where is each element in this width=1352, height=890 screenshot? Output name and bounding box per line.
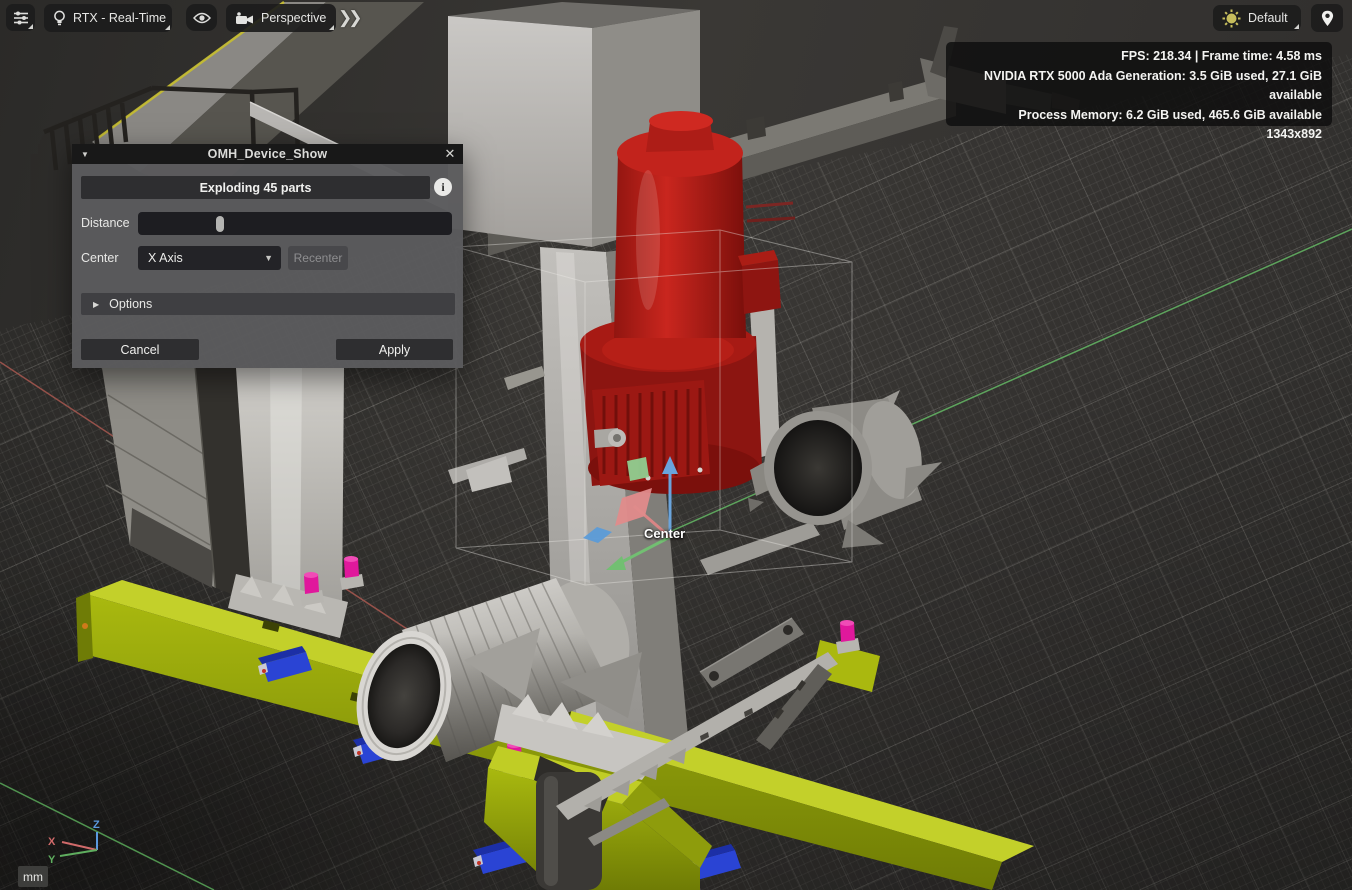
gizmo-center-label: Center: [644, 526, 685, 541]
location-pin-icon: [1321, 10, 1334, 27]
renderer-selector-button[interactable]: RTX - Real-Time: [44, 4, 172, 32]
eye-icon: [193, 12, 211, 24]
omniverse-viewport-window: Center RTX - Real-Time: [0, 0, 1352, 890]
settings-sliders-icon: [13, 11, 29, 25]
axis-y-label: Y: [48, 854, 56, 866]
camera-selector-button[interactable]: Perspective: [226, 4, 336, 32]
stats-fps-line: FPS: 218.34 | Frame time: 4.58 ms: [956, 47, 1322, 67]
center-label: Center: [81, 251, 119, 265]
lighting-label: Default: [1248, 11, 1288, 25]
camera-icon: [235, 12, 254, 25]
dialog-title: OMH_Device_Show: [98, 147, 437, 161]
camera-label: Perspective: [261, 11, 326, 25]
explode-status-bar: Exploding 45 parts: [81, 176, 430, 199]
distance-slider-handle[interactable]: [216, 216, 224, 232]
distance-label: Distance: [81, 216, 130, 230]
dialog-header[interactable]: ▼ OMH_Device_Show ✕: [72, 144, 463, 164]
stats-resolution: 1343x892: [956, 125, 1322, 145]
center-axis-value: X Axis: [148, 251, 264, 265]
center-axis-dropdown[interactable]: X Axis ▼: [138, 246, 281, 270]
lighting-selector-button[interactable]: Default: [1213, 5, 1301, 31]
close-icon[interactable]: ✕: [437, 146, 463, 162]
axis-z-label: Z: [93, 819, 100, 831]
toolbar-expand-chevrons-icon[interactable]: ❯❯: [338, 8, 359, 28]
caret-down-icon: ▼: [264, 253, 273, 263]
options-expander[interactable]: ▶ Options: [81, 293, 455, 315]
explode-dialog: ▼ OMH_Device_Show ✕ Exploding 45 parts i…: [72, 144, 463, 368]
options-label: Options: [109, 297, 152, 311]
lightbulb-icon: [53, 10, 66, 27]
collapse-triangle-icon[interactable]: ▼: [72, 150, 98, 159]
stats-memory-line: Process Memory: 6.2 GiB used, 465.6 GiB …: [956, 106, 1322, 126]
performance-stats-overlay: FPS: 218.34 | Frame time: 4.58 ms NVIDIA…: [946, 42, 1332, 126]
cancel-button[interactable]: Cancel: [81, 339, 199, 360]
axis-x-label: X: [48, 836, 56, 848]
orientation-axis-triad: Z X Y: [40, 815, 110, 870]
waypoint-button[interactable]: [1311, 4, 1343, 32]
distance-slider[interactable]: [138, 212, 452, 235]
apply-button[interactable]: Apply: [336, 339, 453, 360]
renderer-label: RTX - Real-Time: [73, 11, 166, 25]
stats-gpu-line: NVIDIA RTX 5000 Ada Generation: 3.5 GiB …: [956, 67, 1322, 106]
gizmo-plane-handle-green[interactable]: [627, 457, 649, 481]
units-badge: mm: [18, 866, 48, 887]
sun-icon: [1222, 9, 1241, 28]
recenter-button[interactable]: Recenter: [288, 246, 348, 270]
expand-triangle-icon: ▶: [93, 300, 99, 309]
dialog-body: Exploding 45 parts i Distance Center X A…: [72, 164, 463, 368]
info-icon[interactable]: i: [434, 178, 452, 196]
viewport-settings-button[interactable]: [6, 4, 35, 31]
visibility-button[interactable]: [186, 4, 217, 31]
